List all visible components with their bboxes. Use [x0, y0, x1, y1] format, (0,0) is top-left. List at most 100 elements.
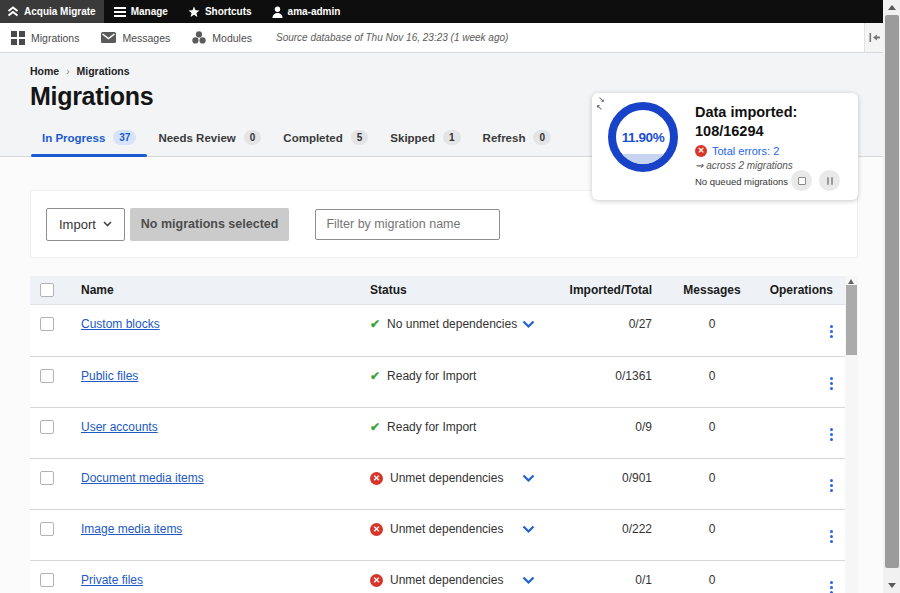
tab-count-badge: 37 [113, 130, 136, 145]
pause-icon [827, 177, 833, 185]
tab-needs-review[interactable]: Needs Review 0 [147, 130, 272, 156]
operations-menu-icon[interactable] [830, 530, 833, 543]
tab-label: Needs Review [158, 132, 235, 144]
pause-button[interactable] [819, 170, 840, 191]
no-migrations-selected-button: No migrations selected [130, 208, 290, 241]
migration-name-link[interactable]: Image media items [81, 522, 182, 536]
tab-count-badge: 5 [351, 130, 369, 145]
row-checkbox[interactable] [40, 420, 54, 434]
status-text: No unmet dependencies [387, 317, 517, 331]
breadcrumb-home[interactable]: Home [30, 65, 59, 77]
migration-name-link[interactable]: User accounts [81, 420, 158, 434]
operations-menu-icon[interactable] [830, 479, 833, 492]
shortcuts-menu[interactable]: Shortcuts [178, 0, 262, 23]
tab-count-badge: 1 [443, 130, 461, 145]
source-database-note: Source database of Thu Nov 16, 23:23 (1 … [276, 32, 508, 43]
row-checkbox[interactable] [40, 317, 54, 331]
status-ok-icon: ✔ [370, 317, 380, 331]
status-error-icon: ✕ [370, 574, 383, 587]
migration-filter-input[interactable] [315, 209, 500, 240]
leads-to-arrow-icon: ⇝ [695, 160, 706, 171]
import-dropdown-button[interactable]: Import [46, 208, 125, 241]
page-scroll-down-arrow[interactable] [888, 583, 896, 588]
imported-total-value: 0/901 [550, 471, 662, 485]
row-checkbox[interactable] [40, 471, 54, 485]
page-scrollbar-thumb[interactable] [885, 15, 899, 568]
collapse-card-icon[interactable]: ↘↖ [598, 96, 605, 112]
data-imported-title: Data imported:108/16294 [695, 103, 855, 141]
status-error-icon: ✕ [370, 472, 383, 485]
table-header-row: Name Status Imported/Total Messages Oper… [30, 276, 845, 305]
toolbar-item-messages[interactable]: Messages [90, 23, 181, 52]
status-text: Ready for Import [387, 420, 476, 434]
actions-card: Import No migrations selected [30, 190, 858, 258]
tab-label: Skipped [390, 132, 435, 144]
imported-total-value: 0/27 [550, 317, 662, 331]
envelope-icon [101, 32, 116, 43]
manage-menu[interactable]: Manage [104, 0, 178, 23]
status-text: Unmet dependencies [390, 471, 503, 485]
operations-menu-icon[interactable] [830, 428, 833, 441]
expand-status-chevron-icon[interactable] [522, 576, 535, 585]
row-checkbox[interactable] [40, 573, 54, 587]
table-scrollbar-thumb[interactable] [846, 285, 857, 355]
tab-skipped[interactable]: Skipped 1 [379, 130, 471, 156]
breadcrumb: Home › Migrations [0, 53, 883, 77]
select-all-checkbox[interactable] [40, 283, 54, 297]
operations-menu-icon[interactable] [830, 581, 833, 593]
modules-icon [192, 31, 206, 44]
hamburger-icon [114, 7, 126, 17]
operations-menu-icon[interactable] [830, 325, 833, 338]
table-row: Private files ✕ Unmet dependencies 0/10 [30, 560, 845, 593]
messages-count: 0 [662, 522, 762, 536]
migration-name-link[interactable]: Private files [81, 573, 143, 587]
toolbar-item-modules[interactable]: Modules [181, 23, 263, 52]
admin-toolbar: Acquia Migrate Manage Shortcuts ama-admi… [0, 0, 883, 23]
status-error-icon: ✕ [370, 523, 383, 536]
user-icon [272, 6, 283, 18]
error-icon: ✕ [695, 145, 707, 157]
stop-icon [798, 177, 806, 185]
tab-refresh[interactable]: Refresh0 [472, 130, 562, 156]
table-row: Custom blocks✔No unmet dependencies0/270 [30, 305, 845, 356]
total-errors: ✕ Total errors: 2 [695, 145, 855, 157]
acquia-migrate-brand[interactable]: Acquia Migrate [0, 0, 104, 23]
total-errors-link[interactable]: Total errors: 2 [712, 145, 779, 157]
chevron-down-icon [103, 221, 112, 227]
tab-in-progress[interactable]: In Progress 37 [31, 130, 147, 156]
collapse-left-icon [869, 33, 880, 42]
tab-count-badge: 0 [244, 130, 262, 145]
expand-status-chevron-icon[interactable] [522, 320, 535, 329]
imported-total-value: 0/1 [550, 573, 662, 587]
breadcrumb-current: Migrations [77, 65, 130, 77]
stop-button[interactable] [791, 170, 812, 191]
progress-donut: 11.90% [608, 102, 678, 172]
star-icon [188, 6, 200, 18]
tab-label: In Progress [42, 132, 105, 144]
messages-count: 0 [662, 573, 762, 587]
column-header-name: Name [81, 283, 370, 297]
messages-count: 0 [662, 471, 762, 485]
toolbar-item-migrations[interactable]: Migrations [0, 23, 90, 52]
tab-completed[interactable]: Completed5 [272, 130, 379, 156]
status-text: Unmet dependencies [390, 573, 503, 587]
user-menu[interactable]: ama-admin [262, 0, 351, 23]
row-checkbox[interactable] [40, 522, 54, 536]
table-scroll-up-arrow[interactable] [848, 279, 854, 284]
migration-name-link[interactable]: Public files [81, 369, 138, 383]
operations-menu-icon[interactable] [830, 377, 833, 390]
expand-status-chevron-icon[interactable] [522, 525, 535, 534]
row-checkbox[interactable] [40, 369, 54, 383]
migration-name-link[interactable]: Document media items [81, 471, 204, 485]
page-scroll-up-arrow[interactable] [888, 5, 896, 10]
donut-fill [616, 154, 670, 164]
expand-status-chevron-icon[interactable] [522, 474, 535, 483]
page-scrollbar[interactable] [883, 0, 900, 593]
status-text: Ready for Import [387, 369, 476, 383]
migration-name-link[interactable]: Custom blocks [81, 317, 160, 331]
status-ok-icon: ✔ [370, 420, 380, 434]
status-text: Unmet dependencies [390, 522, 503, 536]
toolbar-orientation-toggle[interactable] [864, 23, 883, 52]
table-scrollbar[interactable] [845, 276, 858, 593]
progress-percent: 11.90% [622, 130, 665, 145]
